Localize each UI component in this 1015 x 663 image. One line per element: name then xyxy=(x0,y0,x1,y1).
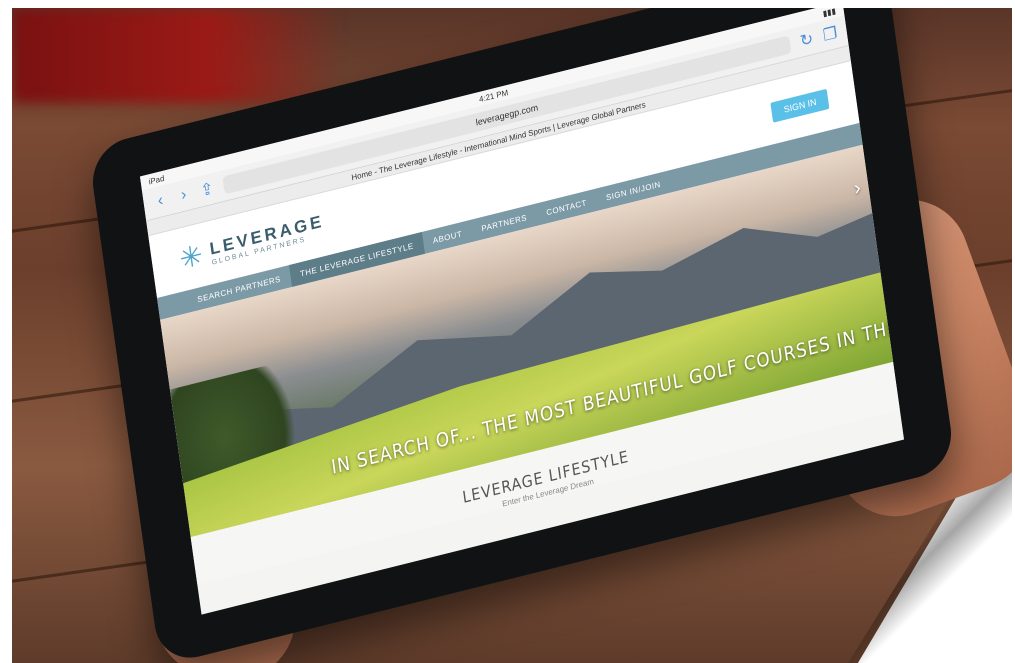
chevron-right-icon[interactable]: › xyxy=(176,185,192,206)
url-text: leveragegp.com xyxy=(475,102,539,128)
tabs-icon[interactable]: ❐ xyxy=(822,23,838,46)
reload-icon[interactable]: ↻ xyxy=(799,29,815,52)
sign-in-button[interactable]: SIGN IN xyxy=(770,88,830,123)
battery-icon: ▮▮▮ xyxy=(822,8,837,18)
status-carrier: iPad xyxy=(148,173,165,187)
background-red-chair xyxy=(12,8,342,103)
logo-text: LEVERAGE GLOBAL PARTNERS xyxy=(209,211,327,266)
tablet-device: iPad 4:21 PM ▮▮▮ ‹ › ⇪ leveragegp.com ↻ … xyxy=(87,8,957,663)
chevron-right-icon[interactable]: › xyxy=(853,177,863,202)
star-logo-icon: ✳ xyxy=(177,238,205,276)
chevron-left-icon[interactable]: ‹ xyxy=(152,191,168,212)
share-icon[interactable]: ⇪ xyxy=(199,178,215,201)
photo-background: iPad 4:21 PM ▮▮▮ ‹ › ⇪ leveragegp.com ↻ … xyxy=(12,8,1012,663)
